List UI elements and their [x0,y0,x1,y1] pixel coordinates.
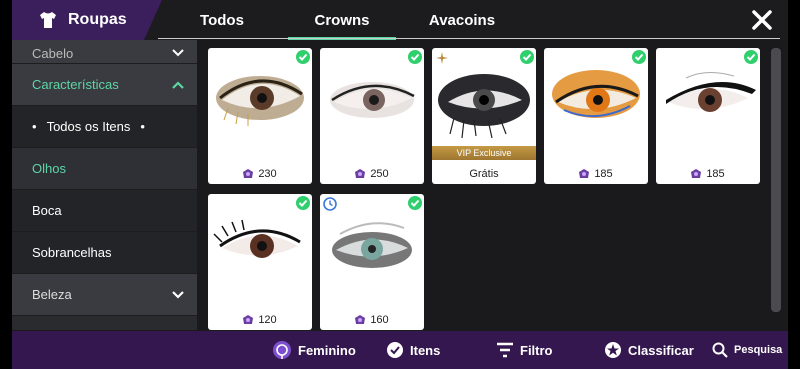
sidebar-item-label: Olhos [32,161,66,176]
price-value: 185 [594,168,613,180]
crown-gem-icon [355,169,366,178]
owned-check-icon [744,50,758,64]
shirt-icon [40,12,56,28]
bullet: • [32,119,37,134]
eye-makeup-image [213,219,301,258]
sidebar-item-sobrancelhas[interactable]: Sobrancelhas [12,232,197,274]
owned-check-icon [296,196,310,210]
sort-star-icon [605,342,621,358]
app-frame: Roupas Todos Crowns Avacoins Cabelo Cara… [12,0,788,369]
crown-gem-icon [579,169,590,178]
sidebar-item-label: Cabelo [32,46,74,61]
item-price: 185 [544,168,648,180]
eye-makeup-image [438,74,530,139]
owned-check-icon [408,196,422,210]
filter-button[interactable]: Filtro [496,331,553,369]
grid-scrollbar[interactable] [771,48,781,312]
bottom-toolbar: Feminino Itens Filtro Classificar Pesqui… [12,331,788,369]
owned-check-icon [632,50,646,64]
item-card[interactable]: 160 [320,194,424,330]
vip-badge: VIP Exclusive [432,146,536,160]
price-value: 250 [370,168,389,180]
chevron-down-icon [172,49,184,57]
sidebar-item-olhos[interactable]: Olhos [12,148,197,190]
owned-check-icon [408,50,422,64]
item-card[interactable]: 185 [544,48,648,184]
tab-crowns[interactable]: Crowns [282,0,402,40]
vip-star-icon [436,52,448,64]
item-card[interactable]: VIP Exclusive Grátis [432,48,536,184]
price-value: 185 [706,168,725,180]
category-sidebar: Cabelo Características • Todos os Itens … [12,40,197,330]
price-value: 230 [258,168,277,180]
crown-gem-icon [243,315,254,324]
eye-makeup-image [552,70,640,118]
eye-makeup-image [216,76,304,126]
sidebar-item-label: Boca [32,203,62,218]
item-card[interactable]: 250 [320,48,424,184]
gender-swap-icon [273,341,291,359]
items-filter-button[interactable]: Itens [386,331,440,369]
owned-check-icon [520,50,534,64]
crown-gem-icon [355,315,366,324]
bullet: • [140,119,145,134]
item-price: 160 [320,314,424,326]
item-card[interactable]: 185 [656,48,760,184]
sidebar-item-cabelo[interactable]: Cabelo [12,40,197,64]
item-price: 230 [208,168,312,180]
item-card[interactable]: 230 [208,48,312,184]
sidebar-item-caracteristicas[interactable]: Características [12,64,197,106]
tab-avacoins[interactable]: Avacoins [402,0,522,40]
eye-makeup-image [666,72,756,112]
sidebar-item-beleza[interactable]: Beleza [12,274,197,316]
close-icon[interactable] [750,8,774,32]
sidebar-item-boca[interactable]: Boca [12,190,197,232]
filter-label: Filtro [520,342,553,358]
item-price: 120 [208,314,312,326]
sidebar-item-label: Características [32,77,119,92]
filter-icon [497,342,513,358]
clock-icon [323,197,337,211]
crown-gem-icon [691,169,702,178]
search-icon [712,342,728,358]
gender-toggle-button[interactable]: Feminino [272,331,356,369]
owned-check-icon [296,50,310,64]
sort-label: Classificar [628,342,694,358]
gender-label: Feminino [298,342,356,358]
sidebar-item-label: Sobrancelhas [32,245,112,260]
tab-todos[interactable]: Todos [162,0,282,40]
top-bar: Roupas Todos Crowns Avacoins [12,0,788,40]
search-button[interactable]: Pesquisa [712,331,782,369]
price-value: 120 [258,314,277,326]
search-label: Pesquisa [734,344,783,356]
sidebar-item-label: Todos os Itens [46,119,131,134]
price-value: Grátis [469,168,499,180]
price-value: 160 [370,314,389,326]
items-label: Itens [410,342,441,358]
sidebar-item-label: Beleza [32,287,72,302]
page-title: Roupas [68,11,127,28]
eye-makeup-image [330,82,415,118]
currency-tabs: Todos Crowns Avacoins [162,0,522,40]
sort-button[interactable]: Classificar [604,331,694,369]
chevron-down-icon [172,290,184,299]
sidebar-item-todos-os-itens[interactable]: • Todos os Itens • [12,106,197,148]
crown-gem-icon [243,169,254,178]
chevron-up-icon [172,80,184,89]
item-price: 250 [320,168,424,180]
item-price: 185 [656,168,760,180]
tab-divider [158,38,780,39]
item-card[interactable]: 120 [208,194,312,330]
item-price: Grátis [432,168,536,180]
check-circle-icon [387,342,403,358]
title-tab: Roupas [12,0,162,40]
